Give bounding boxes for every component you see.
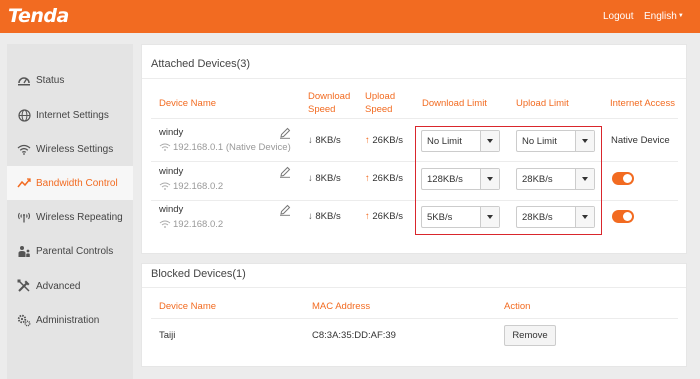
- globe-icon: [16, 107, 32, 123]
- edit-pencil-icon[interactable]: [279, 204, 291, 216]
- upload-speed: ↑ 26KB/s: [365, 135, 403, 146]
- top-bar: Tenda Logout English▼: [0, 0, 700, 33]
- col-header-line: Upload: [365, 91, 396, 102]
- limit-highlight-box: [415, 126, 602, 235]
- wifi-icon: [159, 143, 171, 151]
- wifi-icon: [159, 220, 171, 228]
- parental-icon: [16, 243, 32, 259]
- download-speed: ↓ 8KB/s: [308, 211, 341, 222]
- sidebar-item-label: Status: [36, 75, 65, 86]
- device-ip: 192.168.0.2: [159, 181, 223, 192]
- device-ip-text: 192.168.0.2: [173, 181, 224, 192]
- sidebar-item-label: Wireless Settings: [36, 144, 114, 155]
- device-name: windy: [159, 166, 184, 177]
- internet-access-toggle[interactable]: [612, 172, 634, 185]
- arrow-down-icon: ↓: [308, 211, 313, 222]
- repeater-icon: [16, 209, 32, 225]
- sidebar-item-administration[interactable]: Administration: [7, 303, 133, 337]
- sidebar-item-advanced[interactable]: Advanced: [7, 269, 133, 303]
- download-speed-value: 8KB/s: [315, 211, 341, 222]
- divider: [142, 287, 686, 288]
- sidebar-item-parental-controls[interactable]: Parental Controls: [7, 234, 133, 268]
- tools-icon: [16, 278, 32, 294]
- download-speed-value: 8KB/s: [315, 135, 341, 146]
- table-divider: [151, 318, 678, 319]
- wifi-icon: [159, 182, 171, 190]
- blocked-device-name: Taiji: [159, 330, 176, 341]
- internet-access-status: Native Device: [611, 135, 670, 146]
- upload-speed-value: 26KB/s: [372, 211, 404, 222]
- sidebar-item-status[interactable]: Status: [7, 63, 133, 97]
- sidebar-item-label: Parental Controls: [36, 246, 114, 257]
- col-header-upload-limit: Upload Limit: [516, 98, 569, 109]
- sidebar-item-wireless-settings[interactable]: Wireless Settings: [7, 132, 133, 166]
- sidebar-item-bandwidth-control[interactable]: Bandwidth Control: [7, 166, 133, 200]
- arrow-down-icon: ↓: [308, 173, 313, 184]
- table-divider: [151, 118, 678, 119]
- wifi-icon: [16, 141, 32, 157]
- bandwidth-icon: [16, 175, 32, 191]
- col-header-mac-address: MAC Address: [312, 301, 371, 312]
- language-selector[interactable]: English▼: [644, 11, 684, 22]
- panel-title: Blocked Devices(1): [151, 268, 246, 280]
- remove-button[interactable]: Remove: [504, 325, 556, 346]
- device-ip-text: 192.168.0.1 (Native Device): [173, 142, 291, 153]
- download-speed: ↓ 8KB/s: [308, 135, 341, 146]
- col-header-line: Speed: [365, 104, 393, 115]
- sidebar-item-label: Bandwidth Control: [36, 178, 118, 189]
- upload-speed-value: 26KB/s: [372, 135, 404, 146]
- sidebar-item-label: Internet Settings: [36, 110, 109, 121]
- device-ip: 192.168.0.1 (Native Device): [159, 142, 291, 153]
- edit-pencil-icon[interactable]: [279, 166, 291, 178]
- device-name: windy: [159, 127, 184, 138]
- upload-speed-value: 26KB/s: [372, 173, 404, 184]
- internet-access-toggle[interactable]: [612, 210, 634, 223]
- col-header-internet-access: Internet Access: [610, 98, 675, 109]
- sidebar-item-wireless-repeating[interactable]: Wireless Repeating: [7, 200, 133, 234]
- dashboard-icon: [16, 72, 32, 88]
- col-header-download-limit: Download Limit: [422, 98, 487, 109]
- sidebar: Status Internet Settings Wireless Settin…: [7, 44, 133, 379]
- col-header-device-name: Device Name: [159, 98, 217, 109]
- device-ip-text: 192.168.0.2: [173, 219, 224, 230]
- sidebar-item-label: Administration: [36, 315, 100, 326]
- upload-speed: ↑ 26KB/s: [365, 173, 403, 184]
- divider: [142, 78, 686, 79]
- brand-logo[interactable]: Tenda: [8, 5, 69, 27]
- sidebar-item-internet-settings[interactable]: Internet Settings: [7, 98, 133, 132]
- arrow-up-icon: ↑: [365, 135, 370, 146]
- col-header-action: Action: [504, 301, 531, 312]
- col-header-line: Speed: [308, 104, 336, 115]
- blocked-device-mac: C8:3A:35:DD:AF:39: [312, 330, 396, 341]
- upload-speed: ↑ 26KB/s: [365, 211, 403, 222]
- edit-pencil-icon[interactable]: [279, 127, 291, 139]
- panel-title: Attached Devices(3): [151, 58, 251, 70]
- col-header-device-name: Device Name: [159, 301, 217, 312]
- col-header-download-speed: Download Speed: [308, 90, 350, 116]
- arrow-up-icon: ↑: [365, 173, 370, 184]
- arrow-down-icon: ↓: [308, 135, 313, 146]
- download-speed-value: 8KB/s: [315, 173, 341, 184]
- logout-link[interactable]: Logout: [603, 11, 634, 22]
- device-ip: 192.168.0.2: [159, 219, 223, 230]
- sidebar-item-label: Advanced: [36, 281, 81, 292]
- language-label: English: [644, 11, 677, 22]
- col-header-upload-speed: Upload Speed: [365, 90, 395, 116]
- gear-icon: [16, 312, 32, 328]
- blocked-devices-panel: Blocked Devices(1) Device Name MAC Addre…: [141, 263, 687, 367]
- chevron-down-icon: ▼: [677, 13, 684, 19]
- download-speed: ↓ 8KB/s: [308, 173, 341, 184]
- arrow-up-icon: ↑: [365, 211, 370, 222]
- sidebar-item-label: Wireless Repeating: [36, 212, 123, 223]
- attached-devices-panel: Attached Devices(3) Device Name Download…: [141, 44, 687, 254]
- device-name: windy: [159, 204, 184, 215]
- col-header-line: Download: [308, 91, 351, 102]
